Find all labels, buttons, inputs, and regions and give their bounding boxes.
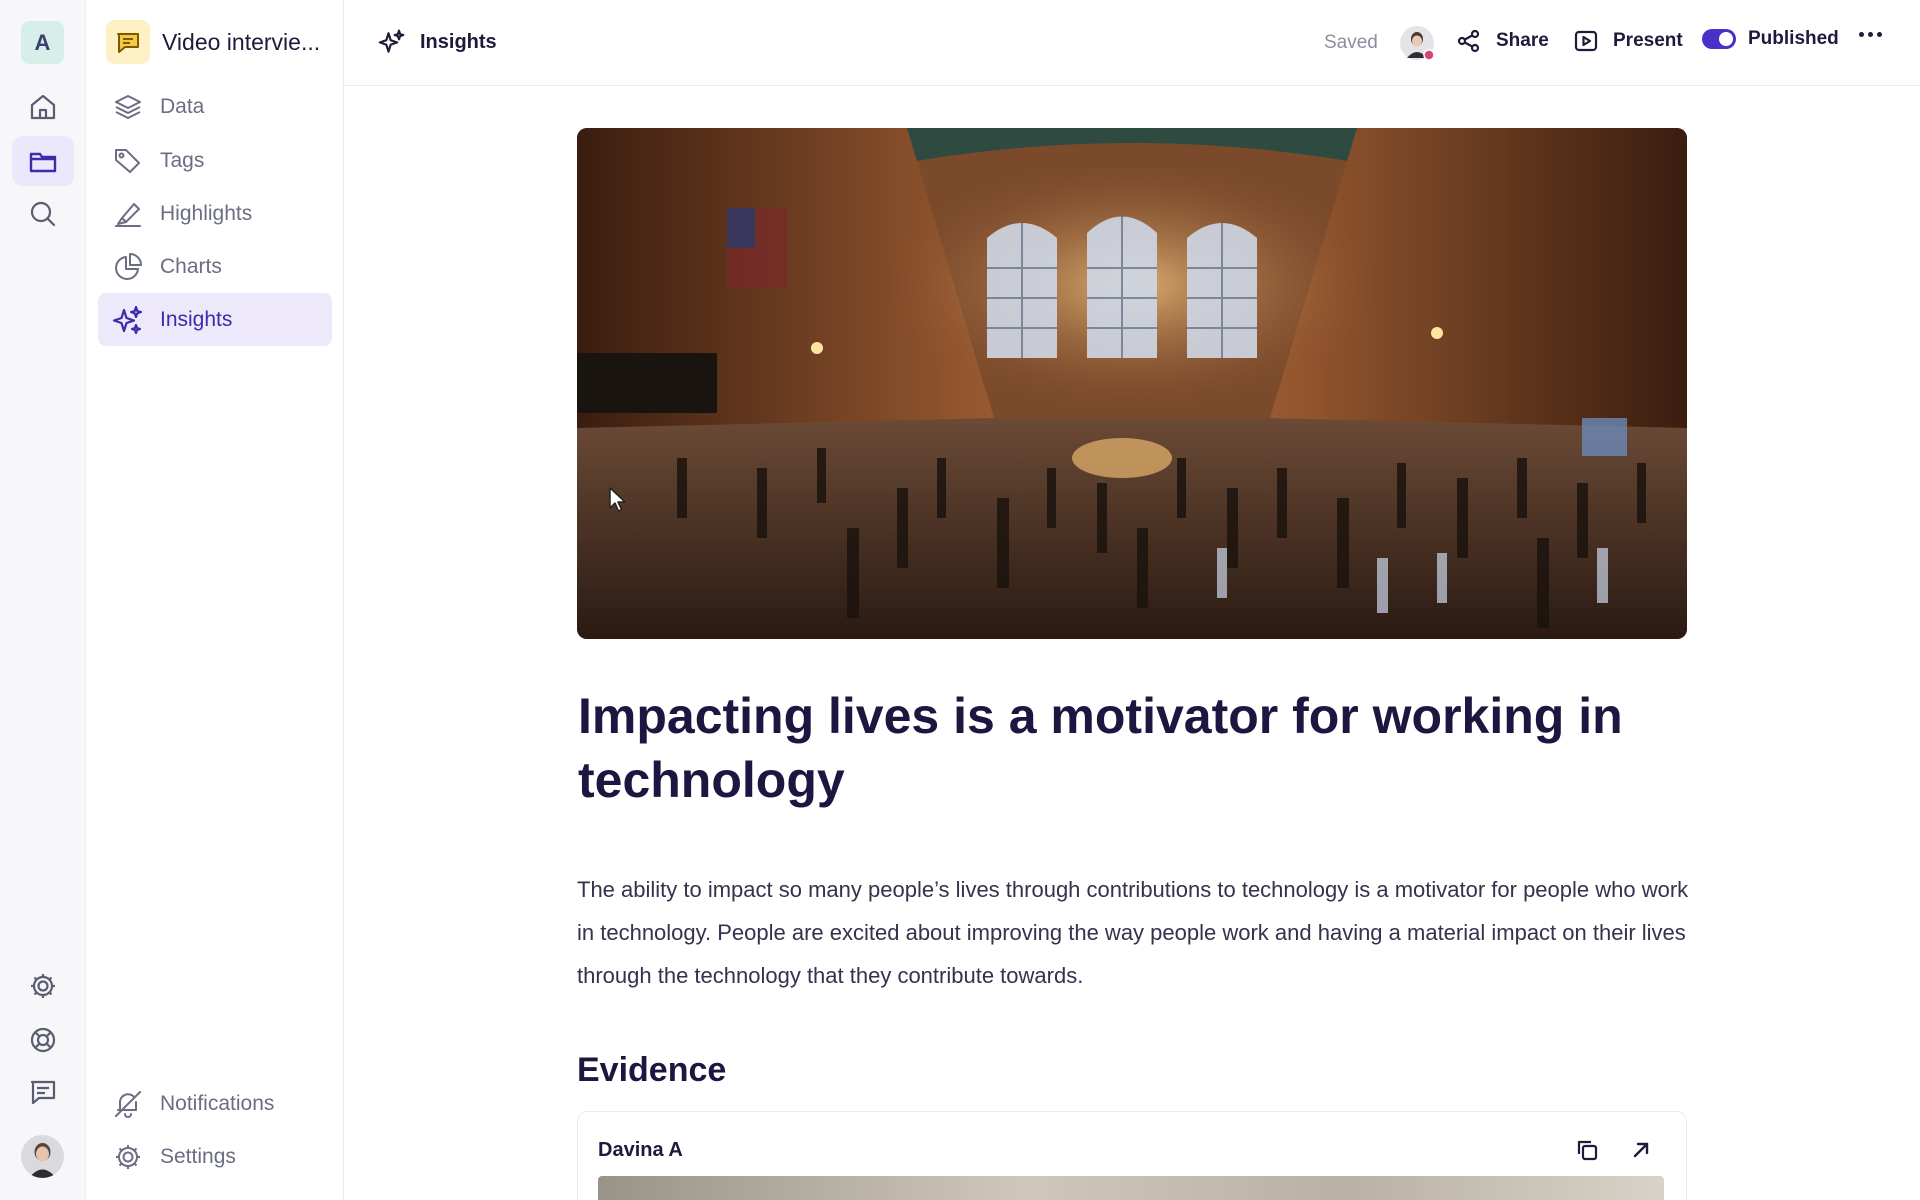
sidebar-item-label: Charts — [160, 254, 222, 278]
chat-bubble-icon — [106, 20, 150, 64]
evidence-participant-name: Davina A — [598, 1139, 683, 1161]
toggle-switch[interactable] — [1702, 29, 1736, 49]
evidence-card[interactable]: Davina A — [577, 1111, 1687, 1200]
app-window: A Video intervie... Data Tags Highlights… — [0, 0, 1920, 1200]
feedback-icon[interactable] — [12, 1067, 74, 1117]
share-button[interactable]: Share — [1456, 28, 1549, 54]
sidebar-item-label: Tags — [160, 148, 205, 172]
share-label: Share — [1496, 30, 1549, 51]
pie-chart-icon — [115, 252, 142, 280]
project-header[interactable]: Video intervie... — [106, 20, 320, 64]
copy-icon[interactable] — [1573, 1136, 1601, 1164]
sidebar-item-label: Insights — [160, 307, 233, 331]
insight-cover-image — [577, 128, 1687, 639]
save-status: Saved — [1324, 32, 1378, 53]
mouse-cursor-icon — [609, 487, 626, 512]
evidence-heading: Evidence — [577, 1051, 727, 1089]
project-sidebar: Video intervie... Data Tags Highlights C… — [86, 0, 344, 1200]
bell-off-icon — [115, 1090, 141, 1118]
sparkles-icon — [112, 305, 143, 334]
gear-icon — [116, 1144, 140, 1169]
present-icon — [1574, 30, 1598, 52]
breadcrumb[interactable]: Insights — [378, 28, 497, 56]
folder-icon[interactable] — [12, 136, 74, 186]
present-label: Present — [1613, 30, 1683, 51]
user-avatar[interactable] — [21, 1135, 64, 1178]
published-label: Published — [1748, 28, 1839, 49]
sidebar-item-insights[interactable]: Insights — [98, 293, 332, 346]
sidebar-item-data[interactable]: Data — [98, 80, 332, 133]
evidence-video-thumbnail[interactable] — [598, 1176, 1664, 1200]
home-icon[interactable] — [12, 82, 74, 132]
search-icon[interactable] — [12, 189, 74, 239]
more-options-icon[interactable] — [1859, 32, 1882, 37]
present-button[interactable]: Present — [1573, 28, 1683, 54]
icon-rail: A — [0, 0, 86, 1200]
highlighter-icon — [115, 202, 141, 227]
help-icon[interactable] — [12, 1015, 74, 1065]
collaborator-avatar[interactable] — [1400, 26, 1435, 61]
sidebar-item-label: Data — [160, 94, 205, 118]
insight-title[interactable]: Impacting lives is a motivator for worki… — [578, 684, 1678, 812]
sidebar-item-label: Highlights — [160, 201, 253, 225]
share-icon — [1457, 29, 1480, 53]
project-title: Video intervie... — [162, 28, 321, 55]
workspace-badge[interactable]: A — [21, 21, 64, 64]
tag-icon — [115, 148, 140, 173]
open-external-icon[interactable] — [1627, 1136, 1655, 1164]
insight-body[interactable]: The ability to impact so many people’s l… — [577, 868, 1689, 997]
layers-icon — [115, 94, 141, 119]
sidebar-item-highlights[interactable]: Highlights — [98, 187, 332, 240]
published-toggle[interactable]: Published — [1702, 28, 1839, 50]
sidebar-item-tags[interactable]: Tags — [98, 134, 332, 187]
sidebar-item-notifications[interactable]: Notifications — [98, 1077, 332, 1130]
sidebar-item-settings[interactable]: Settings — [98, 1130, 332, 1183]
sidebar-item-charts[interactable]: Charts — [98, 240, 332, 293]
settings-icon[interactable] — [12, 961, 74, 1011]
sidebar-item-label: Settings — [160, 1144, 236, 1168]
sparkles-icon — [378, 29, 405, 53]
top-bar: Insights Saved Share Present Published — [344, 0, 1920, 86]
breadcrumb-label: Insights — [420, 30, 497, 53]
sidebar-item-label: Notifications — [160, 1091, 275, 1115]
